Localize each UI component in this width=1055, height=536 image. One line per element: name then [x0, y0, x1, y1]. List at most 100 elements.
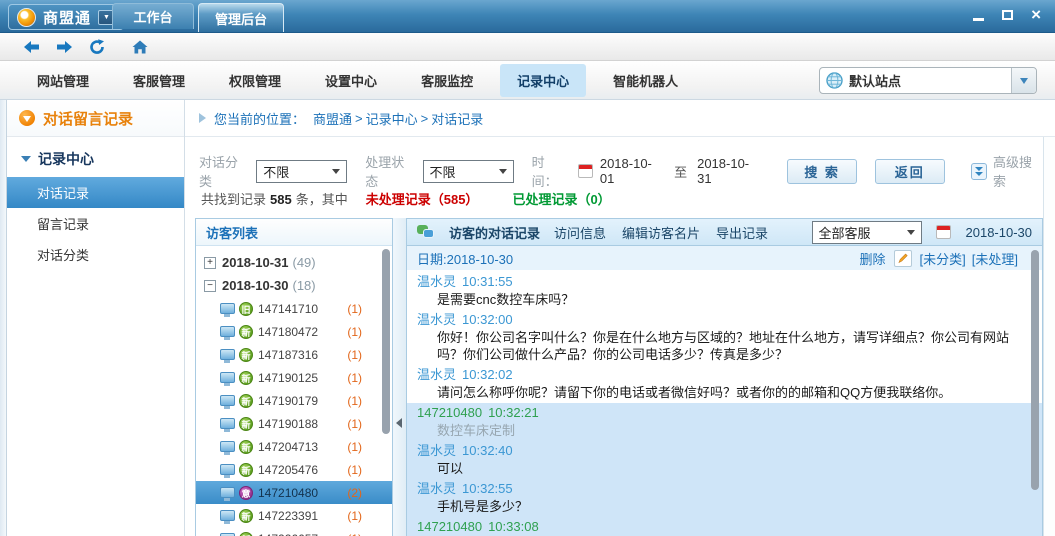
site-selector-dropdown-icon[interactable] — [1011, 68, 1036, 93]
app-logo-box[interactable]: 商盟通 ▼ — [8, 4, 124, 30]
message-text: 可以 — [417, 460, 1032, 477]
chat-date[interactable]: 2018-10-30 — [966, 225, 1033, 240]
chat-header-link[interactable]: 编辑访客名片 — [622, 223, 700, 242]
sidebar-item[interactable]: 留言记录 — [7, 208, 184, 239]
visitor-count: (1) — [347, 371, 362, 385]
visitor-row[interactable]: 新147187316(1) — [196, 343, 392, 366]
visitor-badge-new: 新 — [239, 348, 253, 362]
nav-toolbar — [0, 33, 1055, 61]
visitor-row[interactable]: 意147210480(2) — [196, 481, 392, 504]
message-sender: 147210480 — [417, 519, 482, 534]
monitor-icon — [220, 464, 235, 475]
menu-item[interactable]: 网站管理 — [20, 64, 106, 97]
breadcrumb-link[interactable]: 记录中心 — [366, 109, 418, 128]
stats-count: 585 — [270, 192, 292, 207]
record-tag-link[interactable]: [未分类] — [920, 249, 966, 268]
menu-item[interactable]: 智能机器人 — [596, 64, 695, 97]
menu-item[interactable]: 记录中心 — [500, 64, 586, 97]
group-count: (18) — [293, 278, 316, 293]
chat-bubbles-icon — [417, 225, 435, 239]
edit-pencil-icon[interactable] — [894, 250, 912, 267]
message-sender: 温水灵 — [417, 312, 456, 327]
panel-divider[interactable] — [393, 218, 406, 536]
chat-message: 温水灵10:32:00你好！你公司名字叫什么？你是在什么地方与区域的？地址在什么… — [407, 310, 1042, 365]
menu-item[interactable]: 客服监控 — [404, 64, 490, 97]
visitor-row[interactable]: 新147180472(1) — [196, 320, 392, 343]
breadcrumb-link[interactable]: 商盟通 — [313, 109, 352, 128]
search-button[interactable]: 搜 索 — [787, 159, 857, 184]
window-right-edge — [1043, 100, 1055, 536]
calendar-icon[interactable] — [936, 225, 951, 239]
visitor-badge-new: 新 — [239, 532, 253, 536]
chevron-down-icon — [332, 169, 340, 174]
tab-active[interactable]: 管理后台 — [198, 3, 284, 32]
visitor-badge-new: 新 — [239, 463, 253, 477]
advanced-search[interactable]: 高级搜索 — [971, 152, 1043, 190]
chat-header-link[interactable]: 访问信息 — [554, 223, 606, 242]
visitor-group-row[interactable]: +2018-10-31(49) — [196, 251, 392, 274]
agent-select[interactable]: 全部客服 — [812, 221, 922, 244]
message-time: 10:33:08 — [488, 519, 539, 534]
chat-message: 147210480 10:33:08 — [407, 517, 1042, 536]
visitor-row[interactable]: 新147205476(1) — [196, 458, 392, 481]
sidebar-group-label: 记录中心 — [38, 149, 94, 169]
visitor-id: 147190179 — [258, 394, 318, 408]
visitor-row[interactable]: 新147190179(1) — [196, 389, 392, 412]
monitor-icon — [220, 372, 235, 383]
delete-link[interactable]: 删除 — [860, 249, 886, 268]
tree-expander-icon[interactable]: − — [204, 280, 216, 292]
visitor-badge-new: 新 — [239, 417, 253, 431]
sidebar: 对话留言记录 记录中心 对话记录留言记录对话分类 — [7, 100, 185, 536]
breadcrumb-link[interactable]: 对话记录 — [431, 109, 483, 128]
breadcrumb-prefix: 您当前的位置： — [214, 109, 305, 128]
back-icon[interactable] — [22, 39, 40, 55]
tree-expander-icon[interactable]: + — [204, 257, 216, 269]
visitor-row[interactable]: 新147190188(1) — [196, 412, 392, 435]
refresh-icon[interactable] — [88, 39, 106, 55]
collapse-left-icon[interactable] — [396, 418, 402, 428]
breadcrumb: 您当前的位置： 商盟通>记录中心>对话记录 — [185, 100, 1055, 137]
calendar-icon[interactable] — [578, 164, 593, 178]
sidebar-group-record-center[interactable]: 记录中心 — [7, 137, 184, 177]
sidebar-item[interactable]: 对话分类 — [7, 239, 184, 270]
visitor-count: (1) — [347, 325, 362, 339]
window-controls: × — [973, 9, 1041, 21]
menu-item[interactable]: 权限管理 — [212, 64, 298, 97]
record-tag-link[interactable]: [未处理] — [972, 249, 1018, 268]
status-select-value: 不限 — [430, 162, 456, 181]
visitor-group-row[interactable]: −2018-10-30(18) — [196, 274, 392, 297]
return-button[interactable]: 返回 — [875, 159, 945, 184]
status-select[interactable]: 不限 — [423, 160, 514, 183]
breadcrumb-separator: > — [355, 111, 363, 126]
chat-header-right: 全部客服 2018-10-30 — [812, 221, 1033, 244]
app-title: 商盟通 — [43, 7, 91, 28]
sidebar-item[interactable]: 对话记录 — [7, 177, 184, 208]
date-from[interactable]: 2018-10-01 — [600, 156, 664, 186]
maximize-button[interactable] — [1002, 10, 1013, 20]
site-selector[interactable]: 默认站点 — [819, 67, 1037, 94]
visitor-row[interactable]: 旧147141710(1) — [196, 297, 392, 320]
close-button[interactable]: × — [1031, 9, 1041, 21]
tab-inactive[interactable]: 工作台 — [112, 3, 194, 29]
menu-item[interactable]: 客服管理 — [116, 64, 202, 97]
panels-row: 访客列表 +2018-10-31(49)−2018-10-30(18)旧1471… — [195, 218, 1043, 536]
visitor-row[interactable]: 新147204713(1) — [196, 435, 392, 458]
minimize-button[interactable] — [973, 18, 984, 21]
visitor-row[interactable]: 新147190125(1) — [196, 366, 392, 389]
unprocessed-records-link[interactable]: 未处理记录（585） — [366, 192, 479, 207]
visitor-id: 147180472 — [258, 325, 318, 339]
menu-item[interactable]: 设置中心 — [308, 64, 394, 97]
category-select[interactable]: 不限 — [256, 160, 347, 183]
home-icon[interactable] — [131, 39, 149, 55]
monitor-icon — [220, 487, 235, 498]
date-to[interactable]: 2018-10-31 — [697, 156, 761, 186]
chat-message: 温水灵10:32:55手机号是多少？ — [407, 479, 1042, 517]
forward-icon[interactable] — [55, 39, 73, 55]
processed-records-link[interactable]: 已处理记录（0） — [512, 192, 610, 207]
message-time: 10:32:21 — [488, 405, 539, 420]
visitor-list-scrollbar[interactable] — [382, 249, 390, 434]
chat-scrollbar[interactable] — [1031, 250, 1039, 490]
visitor-row[interactable]: 新147226657(1) — [196, 527, 392, 536]
chat-header-link[interactable]: 导出记录 — [716, 223, 768, 242]
visitor-row[interactable]: 新147223391(1) — [196, 504, 392, 527]
